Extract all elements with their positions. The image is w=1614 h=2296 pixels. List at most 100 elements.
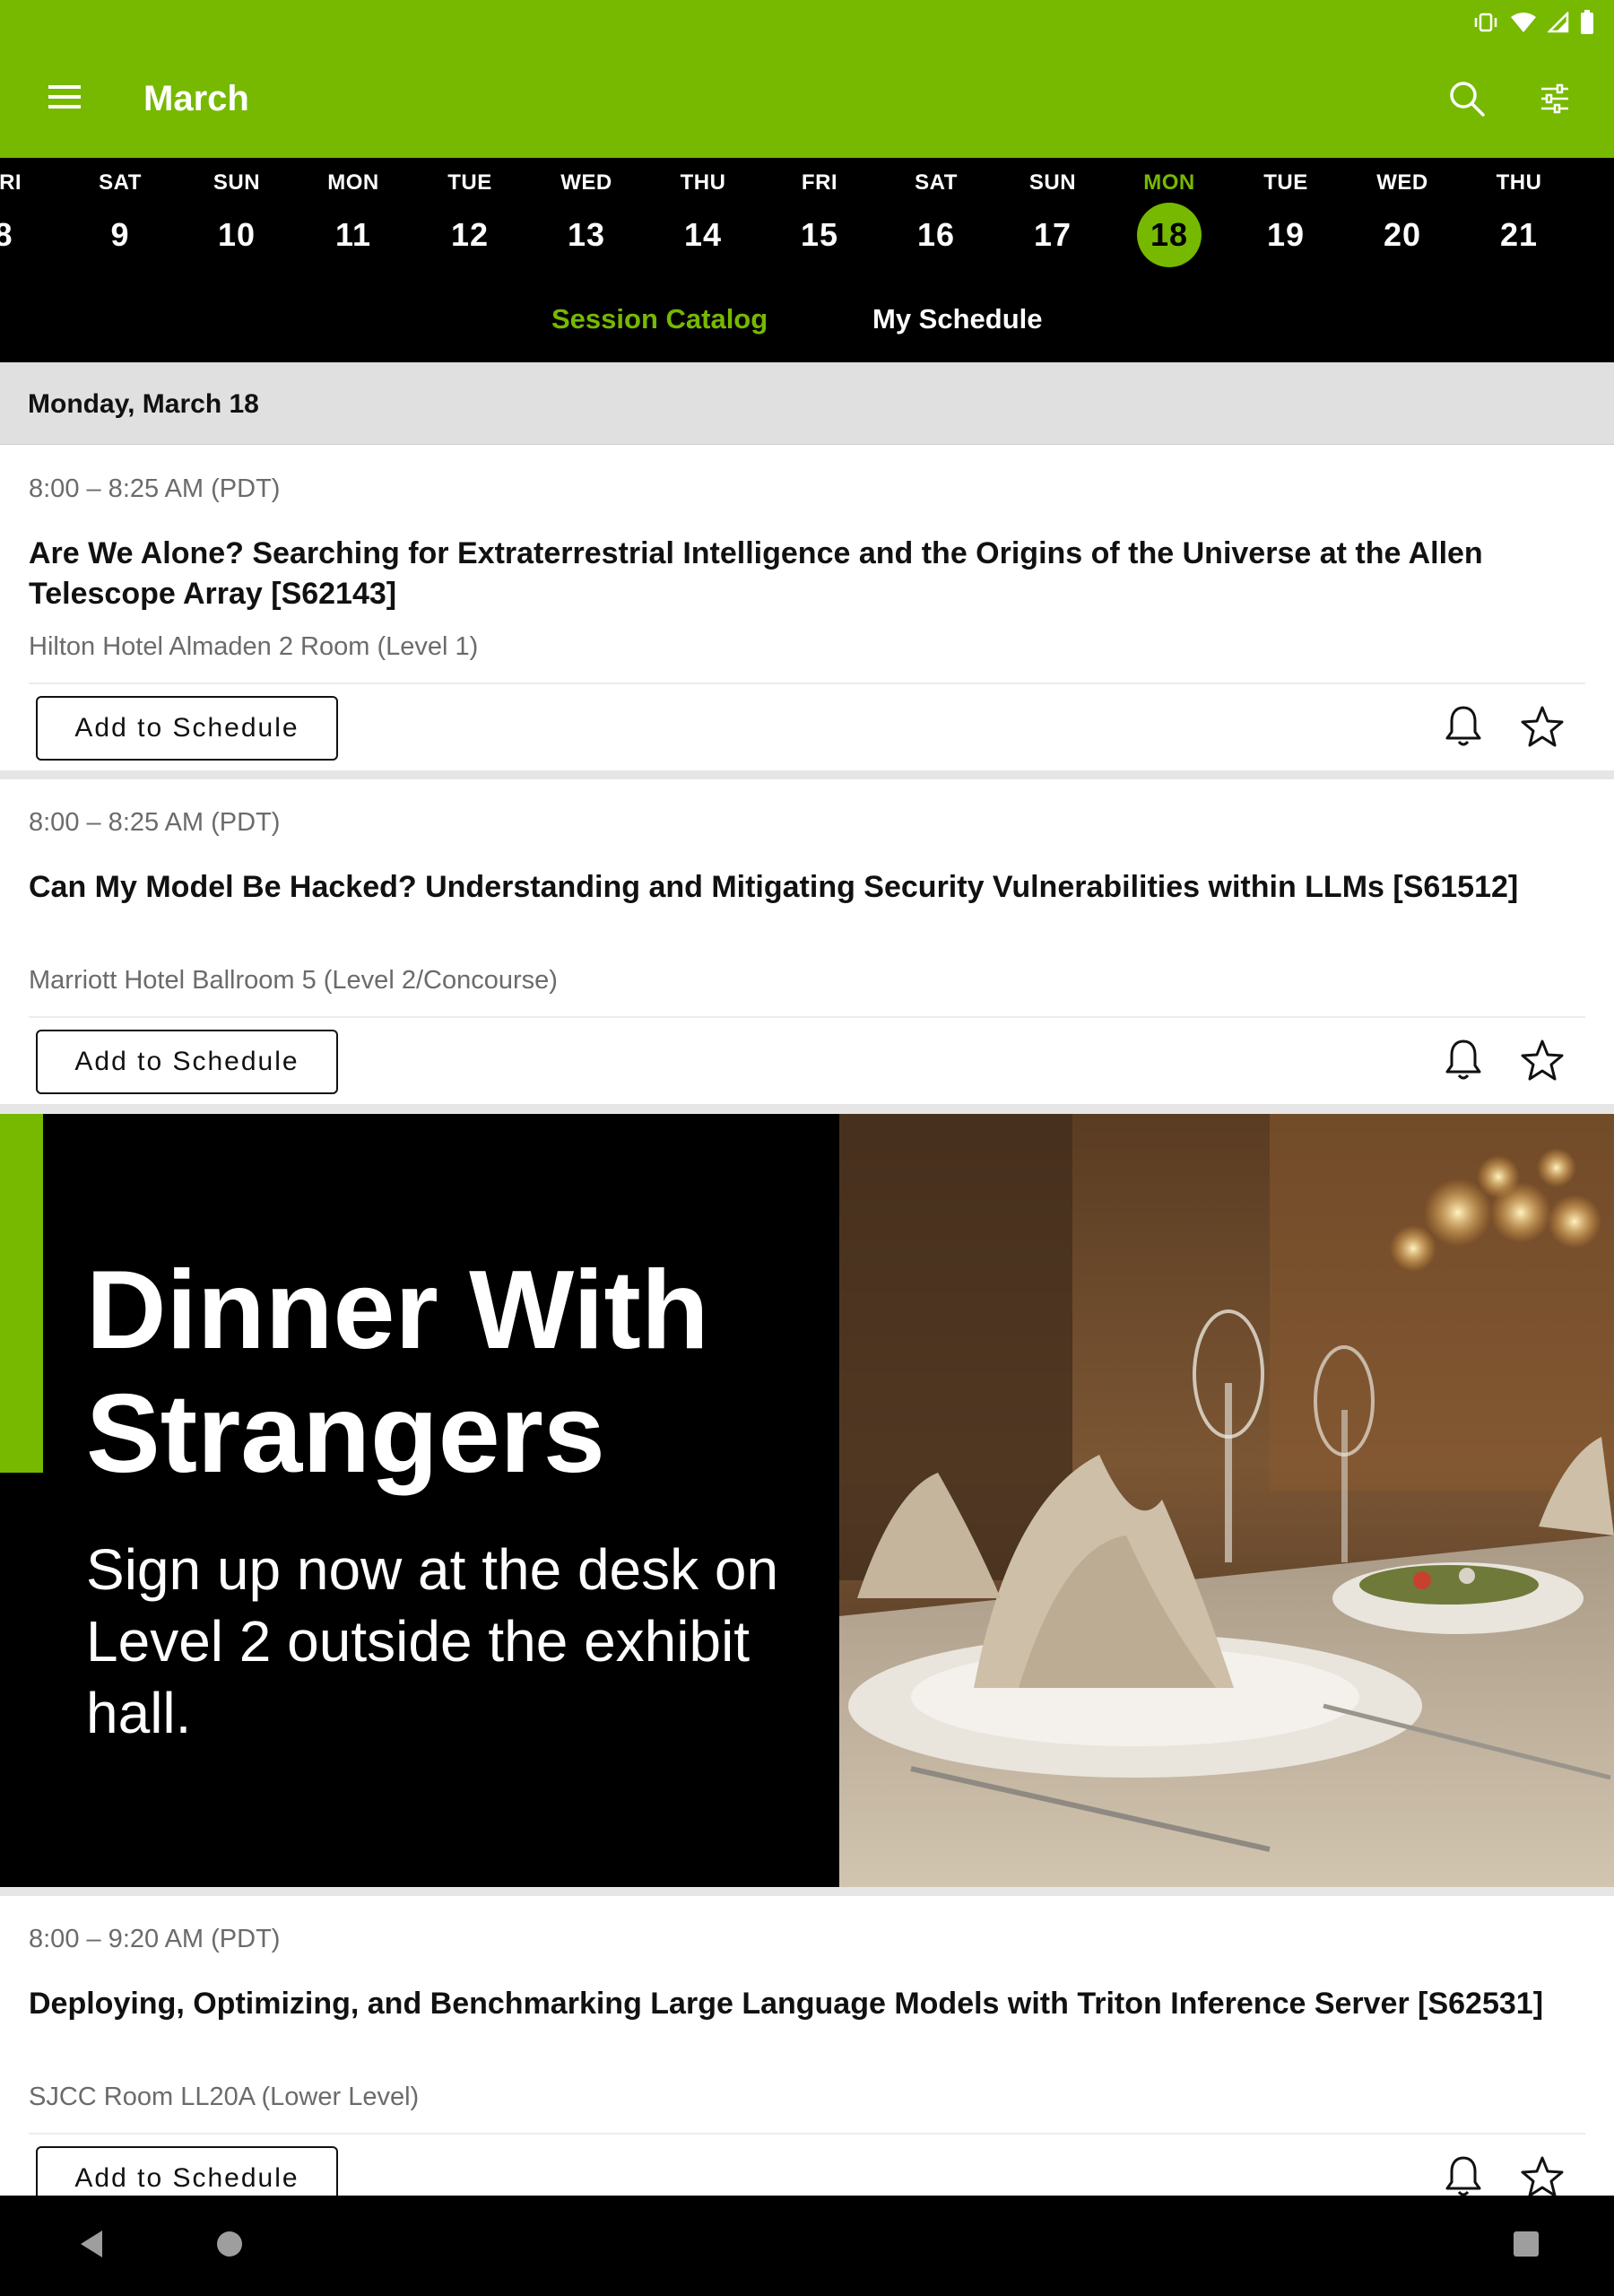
favorite-button[interactable] <box>1517 2153 1567 2196</box>
session-title[interactable]: Are We Alone? Searching for Extraterrest… <box>29 534 1589 614</box>
day-header: Monday, March 18 <box>0 362 1614 445</box>
date-number-label: 13 <box>567 216 606 253</box>
tab-session-catalog[interactable]: Session Catalog <box>551 273 768 362</box>
date-sat-9[interactable]: SAT 9 <box>71 158 169 273</box>
date-number-label: 21 <box>1499 216 1539 253</box>
date-sun-17[interactable]: SUN 17 <box>1003 158 1102 273</box>
date-weekday-label: SUN <box>213 170 261 195</box>
date-number-label: 8 <box>0 216 13 253</box>
session-time: 8:00 – 9:20 AM (PDT) <box>29 1925 281 1953</box>
favorite-button[interactable] <box>1517 1037 1567 1087</box>
session-title[interactable]: Can My Model Be Hacked? Understanding an… <box>29 867 1589 908</box>
favorite-button[interactable] <box>1517 703 1567 753</box>
sliders-filter-icon <box>1539 83 1571 119</box>
add-to-schedule-button[interactable]: Add to Schedule <box>36 2146 338 2196</box>
date-number-label: 10 <box>217 216 256 253</box>
date-fri-8[interactable]: FRI 8 <box>0 158 53 273</box>
date-number-label: 11 <box>334 216 372 253</box>
recents-square-icon <box>1512 2230 1540 2263</box>
signal-icon <box>1548 12 1569 33</box>
date-mon-11[interactable]: MON 11 <box>304 158 403 273</box>
date-weekday-label: MON <box>1143 170 1195 195</box>
hamburger-menu-icon <box>47 83 82 115</box>
card-divider <box>29 2133 1585 2135</box>
date-weekday-label: TUE <box>1263 170 1308 195</box>
date-weekday-label: FRI <box>801 170 838 195</box>
session-time: 8:00 – 8:25 AM (PDT) <box>29 474 281 503</box>
menu-button[interactable] <box>39 74 90 124</box>
star-icon <box>1520 2155 1565 2196</box>
nav-recents-button[interactable] <box>1503 2222 1549 2269</box>
session-card[interactable]: 8:00 – 8:25 AM (PDT) Can My Model Be Hac… <box>0 779 1614 1104</box>
date-number-label: 12 <box>450 216 490 253</box>
nav-back-button[interactable] <box>68 2222 115 2269</box>
session-card[interactable]: 8:00 – 8:25 AM (PDT) Are We Alone? Searc… <box>0 446 1614 770</box>
reminder-button[interactable] <box>1438 1037 1488 1087</box>
session-time: 8:00 – 8:25 AM (PDT) <box>29 808 281 837</box>
session-room: SJCC Room LL20A (Lower Level) <box>29 2083 420 2111</box>
nav-home-button[interactable] <box>206 2222 253 2269</box>
tab-bar: Session Catalog My Schedule <box>0 273 1614 362</box>
date-sun-10[interactable]: SUN 10 <box>187 158 286 273</box>
day-header-label: Monday, March 18 <box>28 389 259 419</box>
date-weekday-label: WED <box>560 170 612 195</box>
date-tue-19[interactable]: TUE 19 <box>1237 158 1335 273</box>
date-wed-13[interactable]: WED 13 <box>537 158 636 273</box>
date-weekday-label: WED <box>1376 170 1428 195</box>
wifi-icon <box>1510 12 1537 33</box>
date-wed-20[interactable]: WED 20 <box>1353 158 1452 273</box>
add-to-schedule-button[interactable]: Add to Schedule <box>36 696 338 761</box>
date-tue-12[interactable]: TUE 12 <box>421 158 519 273</box>
date-thu-21[interactable]: THU 21 <box>1470 158 1568 273</box>
dinner-table-photo <box>839 1114 1614 1887</box>
card-separator <box>0 1887 1614 1896</box>
date-number-label: 18 <box>1137 203 1202 267</box>
session-card[interactable]: 8:00 – 9:20 AM (PDT) Deploying, Optimizi… <box>0 1896 1614 2196</box>
battery-icon <box>1580 10 1594 35</box>
date-weekday-label: TUE <box>447 170 492 195</box>
date-number-label: 15 <box>800 216 839 253</box>
promo-banner[interactable]: Dinner With Strangers Sign up now at the… <box>0 1114 1614 1887</box>
date-weekday-label: FRI <box>0 170 22 195</box>
status-bar <box>1472 9 1594 36</box>
banner-accent-bar <box>0 1114 43 1473</box>
bell-icon <box>1444 2154 1483 2196</box>
search-icon <box>1448 80 1486 122</box>
search-button[interactable] <box>1442 75 1492 126</box>
banner-subline: Sign up now at the desk on Level 2 outsi… <box>86 1537 779 1745</box>
date-weekday-label: SUN <box>1028 170 1077 195</box>
session-room: Hilton Hotel Almaden 2 Room (Level 1) <box>29 632 479 661</box>
star-icon <box>1520 705 1565 752</box>
reminder-button[interactable] <box>1438 703 1488 753</box>
date-number-label: 14 <box>683 216 723 253</box>
bell-icon <box>1444 704 1483 753</box>
date-number-label: 19 <box>1266 216 1306 253</box>
date-number-label: 20 <box>1383 216 1422 253</box>
date-weekday-label: THU <box>1496 170 1542 195</box>
date-mon-18[interactable]: MON 18 <box>1120 158 1219 273</box>
card-separator <box>0 770 1614 779</box>
banner-headline: Dinner With Strangers <box>86 1248 709 1496</box>
system-nav-bar <box>0 2196 1614 2296</box>
session-title[interactable]: Deploying, Optimizing, and Benchmarking … <box>29 1984 1589 2024</box>
date-strip: FRI 8 SAT 9 SUN 10 MON 11 TUE 12 WED 13 THU 14 FRI 15 SA… <box>0 158 1614 273</box>
back-triangle-icon <box>77 2229 106 2264</box>
filter-button[interactable] <box>1530 75 1580 126</box>
reminder-button[interactable] <box>1438 2153 1488 2196</box>
bell-icon <box>1444 1038 1483 1087</box>
date-weekday-label: MON <box>327 170 379 195</box>
date-sat-16[interactable]: SAT 16 <box>887 158 985 273</box>
card-divider <box>29 683 1585 684</box>
date-weekday-label: SAT <box>915 170 958 195</box>
date-fri-15[interactable]: FRI 15 <box>770 158 869 273</box>
date-weekday-label: SAT <box>99 170 142 195</box>
date-number-label: 16 <box>916 216 956 253</box>
star-icon <box>1520 1039 1565 1086</box>
date-number-label: 17 <box>1033 216 1072 253</box>
date-thu-14[interactable]: THU 14 <box>654 158 752 273</box>
home-circle-icon <box>215 2230 244 2263</box>
app-bar: March <box>0 0 1614 158</box>
date-weekday-label: THU <box>680 170 726 195</box>
tab-my-schedule[interactable]: My Schedule <box>872 273 1043 362</box>
add-to-schedule-button[interactable]: Add to Schedule <box>36 1030 338 1094</box>
